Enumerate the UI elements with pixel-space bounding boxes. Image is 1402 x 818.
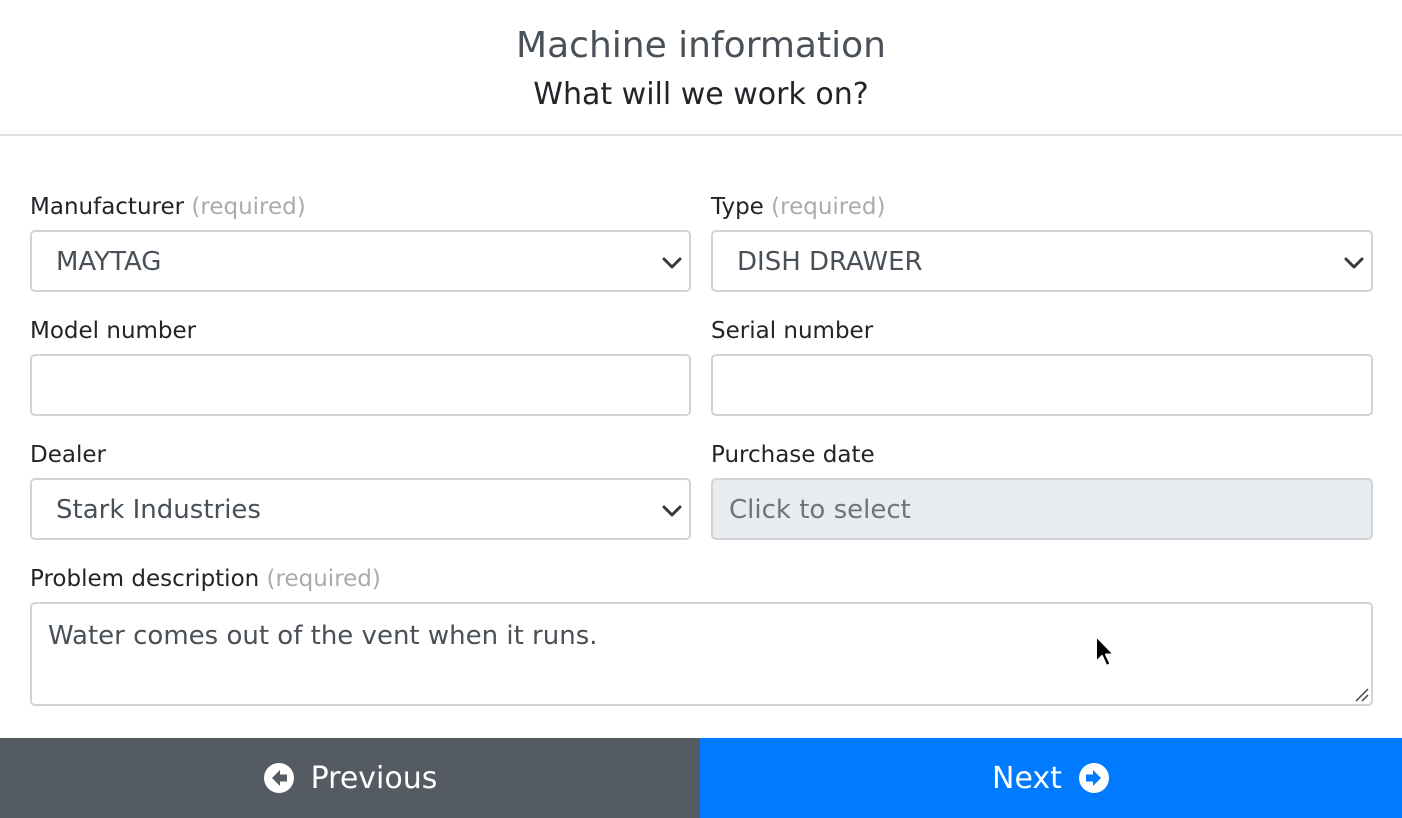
next-button-label: Next bbox=[992, 760, 1062, 796]
type-selected-value: DISH DRAWER bbox=[737, 247, 923, 277]
problem-description-textarea[interactable]: Water comes out of the vent when it runs… bbox=[30, 602, 1373, 706]
purchase-date-placeholder: Click to select bbox=[729, 495, 911, 525]
type-label-text: Type bbox=[711, 194, 764, 220]
problem-description-value: Water comes out of the vent when it runs… bbox=[48, 621, 598, 651]
type-label: Type (required) bbox=[711, 192, 885, 222]
problem-description-label-text: Problem description bbox=[30, 566, 260, 592]
purchase-date-label: Purchase date bbox=[711, 442, 875, 468]
serial-number-label: Serial number bbox=[711, 318, 874, 344]
resize-grip-icon[interactable] bbox=[1353, 686, 1369, 702]
arrow-circle-left-icon bbox=[263, 763, 294, 793]
page-title: Machine information bbox=[516, 25, 886, 66]
chevron-down-icon bbox=[1344, 257, 1364, 269]
page-header: Machine information What will we work on… bbox=[0, 0, 1402, 136]
mouse-cursor-icon bbox=[1095, 635, 1115, 667]
dealer-selected-value: Stark Industries bbox=[56, 495, 261, 525]
next-button[interactable]: Next bbox=[700, 738, 1402, 818]
previous-button-label: Previous bbox=[310, 760, 438, 796]
model-number-input[interactable] bbox=[30, 354, 691, 416]
previous-button[interactable]: Previous bbox=[0, 738, 700, 818]
manufacturer-label: Manufacturer (required) bbox=[30, 192, 306, 222]
manufacturer-required-hint: (required) bbox=[191, 194, 306, 220]
manufacturer-select[interactable]: MAYTAG bbox=[30, 230, 691, 292]
dealer-select[interactable]: Stark Industries bbox=[30, 478, 691, 540]
type-required-hint: (required) bbox=[771, 194, 886, 220]
chevron-down-icon bbox=[662, 505, 682, 517]
purchase-date-picker[interactable]: Click to select bbox=[711, 478, 1373, 540]
model-number-label: Model number bbox=[30, 318, 197, 344]
problem-description-label: Problem description (required) bbox=[30, 564, 381, 594]
dealer-label: Dealer bbox=[30, 442, 106, 468]
chevron-down-icon bbox=[662, 257, 682, 269]
manufacturer-selected-value: MAYTAG bbox=[56, 247, 162, 277]
serial-number-input[interactable] bbox=[711, 354, 1373, 416]
type-select[interactable]: DISH DRAWER bbox=[711, 230, 1373, 292]
problem-description-required-hint: (required) bbox=[266, 566, 381, 592]
page-subtitle: What will we work on? bbox=[533, 77, 869, 112]
manufacturer-label-text: Manufacturer bbox=[30, 194, 185, 220]
machine-information-page: Machine information What will we work on… bbox=[0, 0, 1402, 818]
arrow-circle-right-icon bbox=[1078, 763, 1109, 793]
